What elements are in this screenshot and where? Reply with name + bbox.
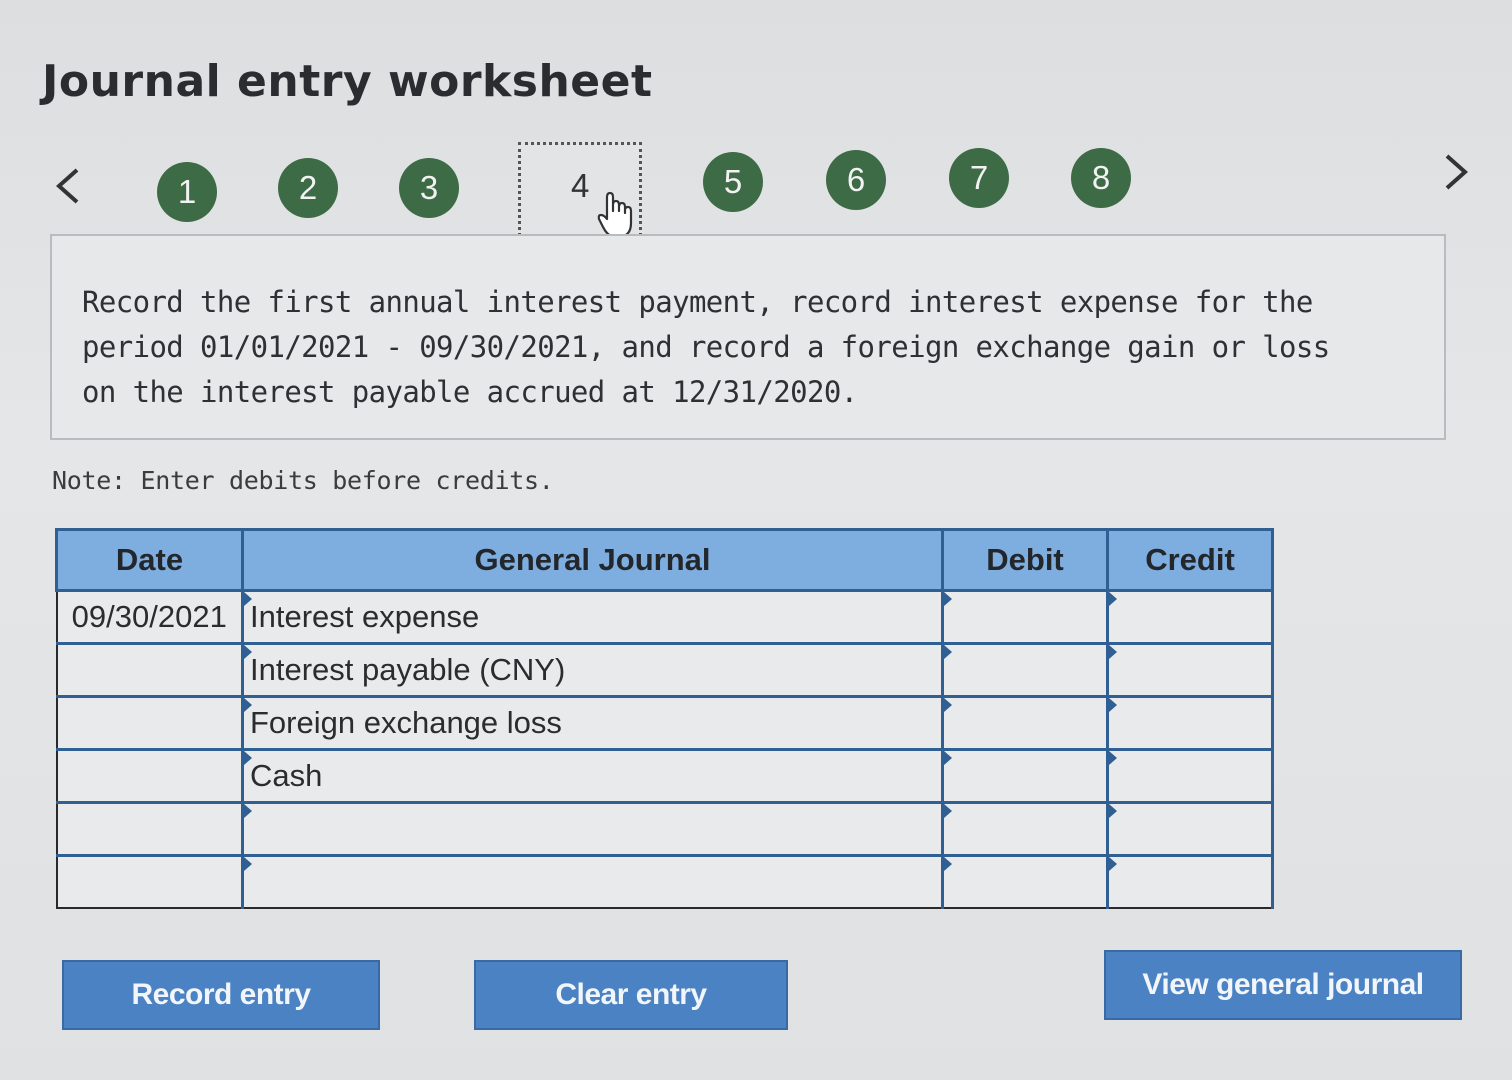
table-row: Foreign exchange loss bbox=[55, 695, 1274, 751]
step-2[interactable]: 2 bbox=[278, 158, 338, 218]
account-cell[interactable] bbox=[241, 801, 944, 857]
credit-cell[interactable] bbox=[1106, 801, 1274, 857]
credit-cell[interactable] bbox=[1106, 695, 1274, 751]
step-label: 8 bbox=[1091, 159, 1111, 196]
account-text: Cash bbox=[250, 758, 323, 793]
debit-cell[interactable] bbox=[941, 642, 1109, 698]
account-cell[interactable]: Interest payable (CNY) bbox=[241, 642, 944, 698]
date-cell[interactable] bbox=[55, 801, 244, 857]
step-8[interactable]: 8 bbox=[1071, 148, 1131, 208]
step-label: 4 bbox=[571, 167, 590, 204]
step-label: 3 bbox=[419, 169, 439, 206]
cell-marker-icon bbox=[1109, 751, 1117, 765]
cell-marker-icon bbox=[1109, 592, 1117, 606]
credit-cell[interactable] bbox=[1106, 854, 1274, 909]
account-text: Interest payable (CNY) bbox=[250, 652, 566, 687]
cell-marker-icon bbox=[244, 804, 252, 818]
debit-cell[interactable] bbox=[941, 589, 1109, 645]
cell-marker-icon bbox=[1109, 645, 1117, 659]
table-row bbox=[55, 801, 1274, 857]
date-cell[interactable]: 09/30/2021 bbox=[55, 589, 244, 645]
step-3[interactable]: 3 bbox=[399, 158, 459, 218]
header-credit: Credit bbox=[1106, 528, 1274, 592]
record-entry-button[interactable]: Record entry bbox=[62, 960, 380, 1030]
cell-marker-icon bbox=[244, 645, 252, 659]
cell-marker-icon bbox=[1109, 857, 1117, 871]
step-label: 6 bbox=[846, 161, 866, 198]
cell-marker-icon bbox=[244, 592, 252, 606]
date-cell[interactable] bbox=[55, 695, 244, 751]
table-row: Cash bbox=[55, 748, 1274, 804]
page-title: Journal entry worksheet bbox=[42, 56, 653, 107]
step-label: 7 bbox=[969, 159, 989, 196]
table-header-row: Date General Journal Debit Credit bbox=[55, 528, 1274, 592]
cell-marker-icon bbox=[1109, 804, 1117, 818]
cell-marker-icon bbox=[244, 698, 252, 712]
journal-table: Date General Journal Debit Credit 09/30/… bbox=[55, 528, 1274, 909]
debit-cell[interactable] bbox=[941, 695, 1109, 751]
table-row: 09/30/2021 Interest expense bbox=[55, 589, 1274, 645]
step-label: 5 bbox=[723, 163, 743, 200]
cell-marker-icon bbox=[944, 804, 952, 818]
date-cell[interactable] bbox=[55, 854, 244, 909]
chevron-left-icon[interactable] bbox=[48, 166, 88, 206]
debit-cell[interactable] bbox=[941, 854, 1109, 909]
account-cell[interactable] bbox=[241, 854, 944, 909]
header-general-journal: General Journal bbox=[241, 528, 944, 592]
step-1[interactable]: 1 bbox=[157, 162, 217, 222]
header-date: Date bbox=[55, 528, 244, 592]
step-6[interactable]: 6 bbox=[826, 150, 886, 210]
cell-marker-icon bbox=[944, 857, 952, 871]
credit-cell[interactable] bbox=[1106, 642, 1274, 698]
credit-cell[interactable] bbox=[1106, 589, 1274, 645]
step-label: 1 bbox=[177, 173, 197, 210]
cell-marker-icon bbox=[244, 751, 252, 765]
cell-marker-icon bbox=[244, 857, 252, 871]
debit-cell[interactable] bbox=[941, 801, 1109, 857]
step-label: 2 bbox=[298, 169, 318, 206]
view-general-journal-button[interactable]: View general journal bbox=[1104, 950, 1462, 1020]
cell-marker-icon bbox=[1109, 698, 1117, 712]
account-cell[interactable]: Interest expense bbox=[241, 589, 944, 645]
clear-entry-button[interactable]: Clear entry bbox=[474, 960, 788, 1030]
account-cell[interactable]: Foreign exchange loss bbox=[241, 695, 944, 751]
account-text: Interest expense bbox=[250, 599, 480, 634]
date-cell[interactable] bbox=[55, 748, 244, 804]
account-cell[interactable]: Cash bbox=[241, 748, 944, 804]
header-debit: Debit bbox=[941, 528, 1109, 592]
step-5[interactable]: 5 bbox=[703, 152, 763, 212]
cell-marker-icon bbox=[944, 645, 952, 659]
table-row bbox=[55, 854, 1274, 909]
step-7[interactable]: 7 bbox=[949, 148, 1009, 208]
date-cell[interactable] bbox=[55, 642, 244, 698]
table-row: Interest payable (CNY) bbox=[55, 642, 1274, 698]
account-text: Foreign exchange loss bbox=[250, 705, 562, 740]
instruction-box: Record the first annual interest payment… bbox=[50, 234, 1446, 440]
credit-cell[interactable] bbox=[1106, 748, 1274, 804]
step-4-current[interactable]: 4 bbox=[518, 142, 642, 242]
chevron-right-icon[interactable] bbox=[1436, 152, 1476, 192]
cell-marker-icon bbox=[944, 592, 952, 606]
note-text: Note: Enter debits before credits. bbox=[52, 466, 554, 495]
cell-marker-icon bbox=[944, 751, 952, 765]
debit-cell[interactable] bbox=[941, 748, 1109, 804]
instruction-text: Record the first annual interest payment… bbox=[82, 285, 1330, 409]
cell-marker-icon bbox=[944, 698, 952, 712]
